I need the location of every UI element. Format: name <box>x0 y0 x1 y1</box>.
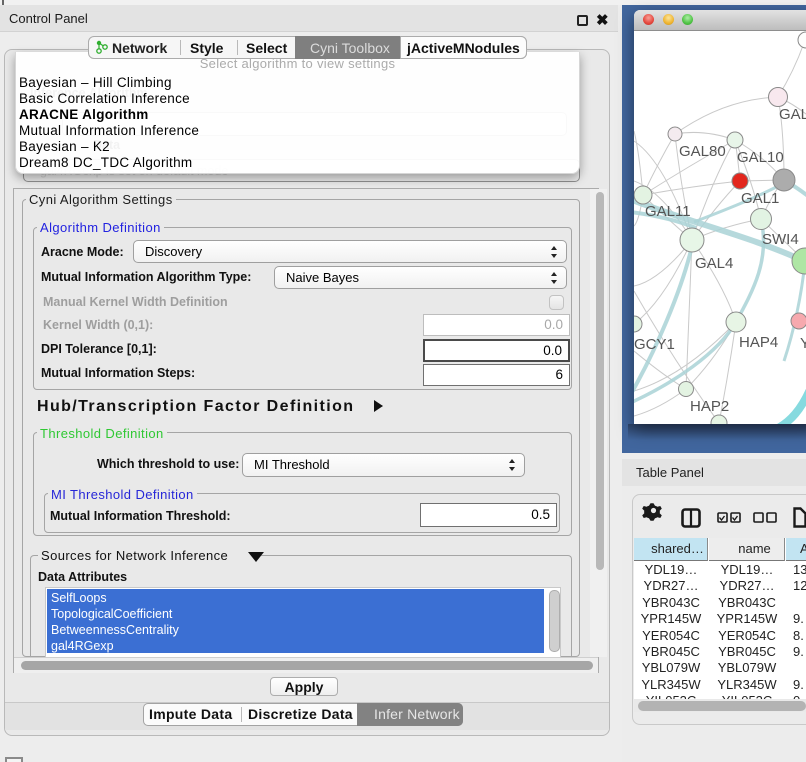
svg-text:GAL4: GAL4 <box>695 255 733 272</box>
svg-text:GAL11: GAL11 <box>645 203 691 220</box>
svg-text:GAL7: GAL7 <box>779 106 806 123</box>
svg-text:GCY1: GCY1 <box>634 336 675 353</box>
svg-text:SWI4: SWI4 <box>762 231 799 248</box>
svg-text:GAL1: GAL1 <box>741 190 779 207</box>
svg-text:GAL10: GAL10 <box>737 149 784 166</box>
svg-text:Y: Y <box>800 335 806 352</box>
svg-text:HAP2: HAP2 <box>690 398 729 415</box>
svg-text:HAP4: HAP4 <box>739 334 778 351</box>
svg-text:GAL80: GAL80 <box>679 143 726 160</box>
